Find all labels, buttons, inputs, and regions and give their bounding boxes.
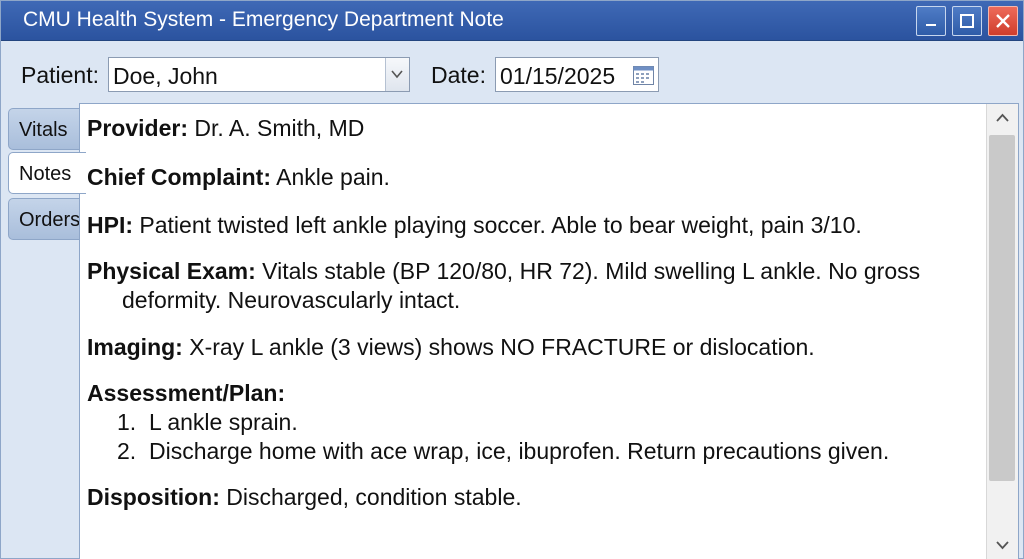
chief-complaint-label: Chief Complaint:	[87, 164, 271, 190]
imaging-value: X-ray L ankle (3 views) shows NO FRACTUR…	[182, 334, 815, 360]
minimize-button[interactable]	[916, 6, 946, 36]
scroll-thumb[interactable]	[989, 135, 1015, 481]
note-physical-exam-continued: deformity. Neurovascularly intact.	[122, 286, 1018, 314]
chevron-up-icon	[996, 113, 1009, 122]
calendar-icon[interactable]	[633, 65, 654, 85]
chief-complaint-value: Ankle pain.	[271, 164, 390, 190]
disposition-value: Discharged, condition stable.	[219, 484, 522, 510]
provider-value: Dr. A. Smith, MD	[187, 115, 365, 141]
minimize-icon	[926, 24, 936, 26]
note-imaging: Imaging: X-ray L ankle (3 views) shows N…	[87, 333, 992, 361]
hpi-label: HPI:	[87, 212, 133, 238]
date-value: 01/15/2025	[500, 63, 616, 89]
hpi-value: Patient twisted left ankle playing socce…	[133, 212, 862, 238]
maximize-button[interactable]	[952, 6, 982, 36]
window-title: CMU Health System - Emergency Department…	[23, 8, 504, 31]
close-button[interactable]	[988, 6, 1018, 36]
note-chief-complaint: Chief Complaint: Ankle pain.	[87, 163, 992, 191]
patient-select-value: Doe, John	[113, 63, 218, 89]
app-window: CMU Health System - Emergency Department…	[0, 0, 1024, 559]
physical-exam-value: Vitals stable (BP 120/80, HR 72). Mild s…	[255, 258, 921, 284]
list-item-text: Discharge home with ace wrap, ice, ibupr…	[149, 438, 890, 464]
provider-label: Provider:	[87, 115, 188, 141]
scroll-down-button[interactable]	[987, 531, 1018, 559]
imaging-label: Imaging:	[87, 334, 183, 360]
note-panel[interactable]: Provider: Dr. A. Smith, MD Chief Complai…	[79, 103, 1019, 559]
close-icon	[996, 14, 1010, 28]
list-item-number: 1.	[117, 409, 137, 435]
list-item-text: L ankle sprain.	[149, 409, 298, 435]
physical-exam-label: Physical Exam:	[87, 258, 256, 284]
list-item: 1. L ankle sprain.	[117, 408, 1018, 436]
patient-toolbar: Patient: Doe, John Date: 01/15/2025	[1, 42, 1023, 102]
chevron-down-icon	[391, 70, 403, 79]
assessment-plan-label: Assessment/Plan:	[87, 380, 286, 406]
tab-orders-label: Orders	[19, 209, 81, 231]
maximize-icon	[960, 14, 974, 28]
tab-vitals[interactable]: Vitals	[8, 108, 86, 150]
list-item-number: 2.	[117, 438, 137, 464]
title-bar[interactable]: CMU Health System - Emergency Department…	[1, 1, 1023, 41]
chevron-down-icon	[996, 541, 1009, 550]
vertical-scrollbar[interactable]	[986, 104, 1018, 559]
date-field[interactable]: 01/15/2025	[495, 57, 659, 92]
patient-dropdown-button[interactable]	[385, 58, 409, 91]
physical-exam-value-continued: deformity. Neurovascularly intact.	[122, 287, 461, 313]
disposition-label: Disposition:	[87, 484, 220, 510]
tab-orders[interactable]: Orders	[8, 198, 86, 240]
note-disposition: Disposition: Discharged, condition stabl…	[87, 483, 992, 511]
list-item: 2. Discharge home with ace wrap, ice, ibu…	[117, 437, 1018, 465]
tab-notes-label: Notes	[19, 163, 72, 185]
note-physical-exam: Physical Exam: Vitals stable (BP 120/80,…	[87, 257, 992, 285]
scroll-up-button[interactable]	[987, 104, 1018, 132]
note-provider: Provider: Dr. A. Smith, MD	[87, 114, 992, 142]
note-assessment-plan: Assessment/Plan:	[87, 379, 992, 407]
patient-select[interactable]: Doe, John	[108, 57, 410, 92]
tab-notes[interactable]: Notes	[8, 152, 86, 194]
note-hpi: HPI: Patient twisted left ankle playing …	[87, 211, 992, 239]
tab-vitals-label: Vitals	[19, 119, 68, 141]
patient-label: Patient:	[21, 62, 99, 88]
date-label: Date:	[431, 62, 486, 88]
